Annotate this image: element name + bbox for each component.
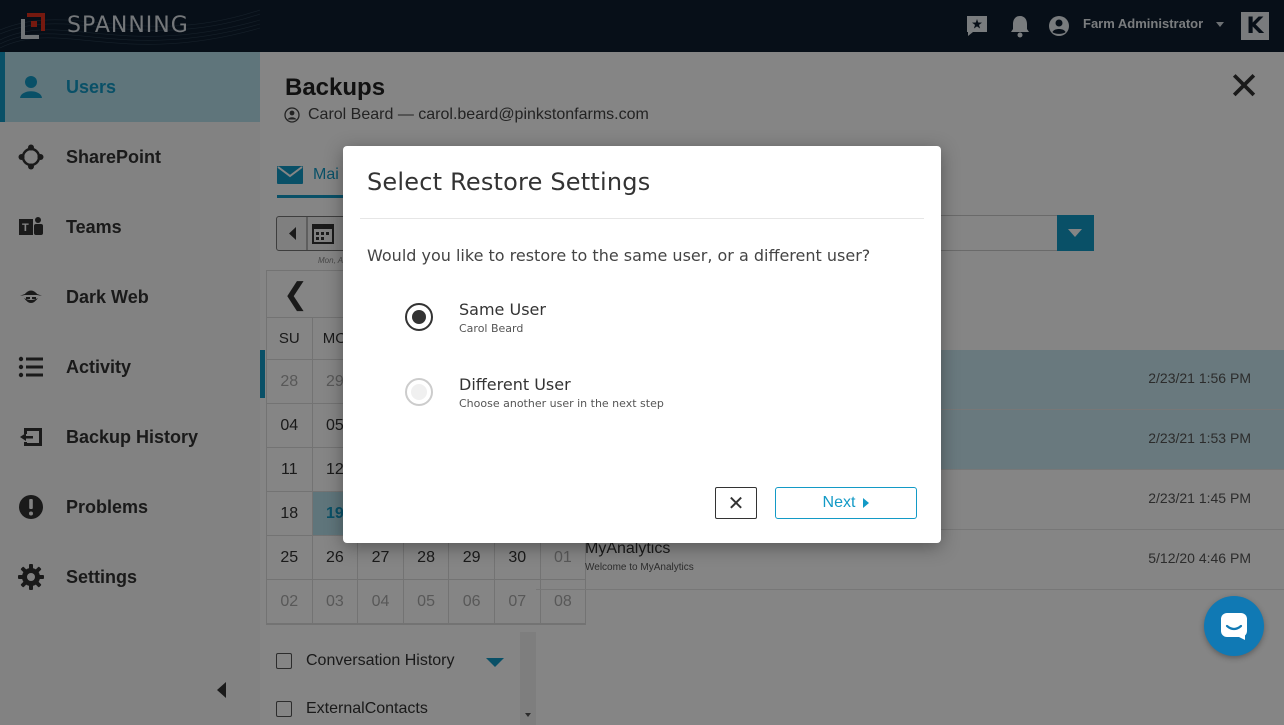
option-same-user[interactable]: Same User Carol Beard [405, 300, 885, 340]
modal-title: Select Restore Settings [367, 168, 651, 196]
radio-different-user[interactable] [405, 378, 433, 406]
option-different-user[interactable]: Different User Choose another user in th… [405, 375, 885, 415]
option-sublabel: Carol Beard [459, 322, 524, 335]
option-sublabel: Choose another user in the next step [459, 397, 664, 410]
next-button-label: Next [822, 494, 856, 511]
next-button[interactable]: Next [775, 487, 917, 519]
modal-divider [360, 218, 924, 219]
cancel-button[interactable]: ✕ [715, 487, 757, 519]
restore-settings-modal: Select Restore Settings Would you like t… [343, 146, 941, 543]
chevron-right-icon [863, 498, 870, 508]
option-label: Same User [459, 300, 546, 319]
chat-support-icon[interactable] [1204, 596, 1264, 656]
option-label: Different User [459, 375, 571, 394]
modal-question: Would you like to restore to the same us… [367, 246, 871, 265]
radio-same-user[interactable] [405, 303, 433, 331]
